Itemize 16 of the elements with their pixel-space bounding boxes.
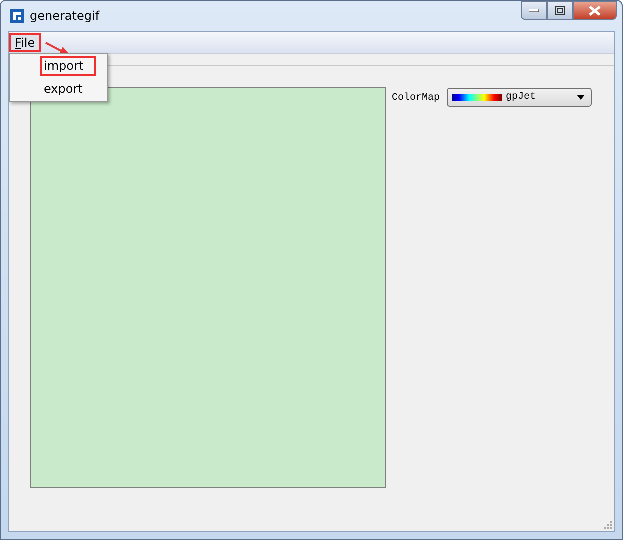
window-title: generategif [30,9,100,23]
colormap-label: ColorMap [392,93,440,104]
close-icon [589,6,601,16]
file-menu[interactable]: File [9,33,42,52]
resize-grip [604,521,612,529]
app-icon [10,9,24,23]
menu-item[interactable]: export [40,79,96,99]
colormap-dropdown[interactable]: gpJet [447,88,592,107]
caret-icon [577,95,586,100]
gradient-swatch [452,94,502,101]
close-button[interactable] [573,1,617,20]
minimize-icon [529,8,539,12]
minimize-button[interactable] [521,1,547,20]
menu-item[interactable]: import [40,56,96,76]
maximize-button[interactable] [547,1,573,20]
maximize-icon [555,6,565,15]
